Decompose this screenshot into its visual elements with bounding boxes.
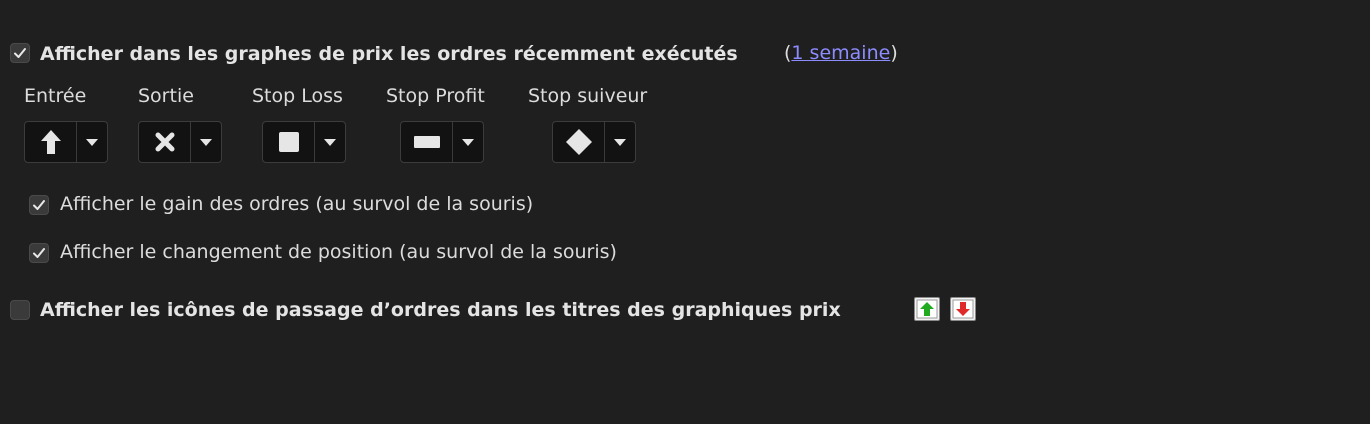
stop-profit-label: Stop Profit	[386, 85, 485, 107]
show-position-change-checkbox[interactable]	[29, 243, 49, 263]
trailing-stop-label: Stop suiveur	[528, 85, 648, 107]
checkmark-icon	[33, 248, 45, 258]
paren-close: )	[890, 42, 898, 64]
arrow-up-icon	[40, 130, 61, 154]
show-position-change-label: Afficher le changement de position (au s…	[60, 241, 617, 263]
exit-marker-select[interactable]	[138, 121, 222, 163]
chevron-down-icon	[462, 138, 475, 146]
recent-orders-checkbox[interactable]	[10, 43, 30, 63]
stop-loss-marker-select[interactable]	[262, 121, 346, 163]
order-icons-checkbox[interactable]	[10, 300, 30, 320]
checkmark-icon	[33, 200, 45, 210]
x-mark-icon	[155, 132, 175, 152]
diamond-icon	[565, 129, 592, 155]
bar-icon	[413, 136, 440, 148]
chevron-down-icon	[614, 138, 627, 146]
checkmark-icon	[14, 48, 26, 58]
chevron-down-icon	[200, 138, 213, 146]
chevron-down-icon	[86, 138, 99, 146]
entry-label: Entrée	[24, 85, 87, 107]
sell-order-icon	[950, 297, 976, 321]
stop-loss-label: Stop Loss	[252, 85, 343, 107]
recent-orders-label: Afficher dans les graphes de prix les or…	[40, 43, 738, 65]
show-gain-label: Afficher le gain des ordres (au survol d…	[60, 193, 534, 215]
period-wrapper: (1 semaine)	[784, 41, 898, 65]
trailing-stop-marker-select[interactable]	[552, 121, 636, 163]
order-icons-label: Afficher les icônes de passage d’ordres …	[40, 299, 841, 321]
chevron-down-icon	[324, 138, 337, 146]
order-display-settings: Afficher dans les graphes de prix les or…	[0, 0, 1370, 424]
exit-label: Sortie	[138, 85, 194, 107]
square-icon	[278, 132, 299, 152]
stop-profit-marker-select[interactable]	[400, 121, 484, 163]
show-gain-checkbox[interactable]	[29, 195, 49, 215]
period-link[interactable]: 1 semaine	[791, 42, 890, 64]
entry-marker-select[interactable]	[24, 121, 108, 163]
buy-order-icon	[914, 297, 940, 321]
